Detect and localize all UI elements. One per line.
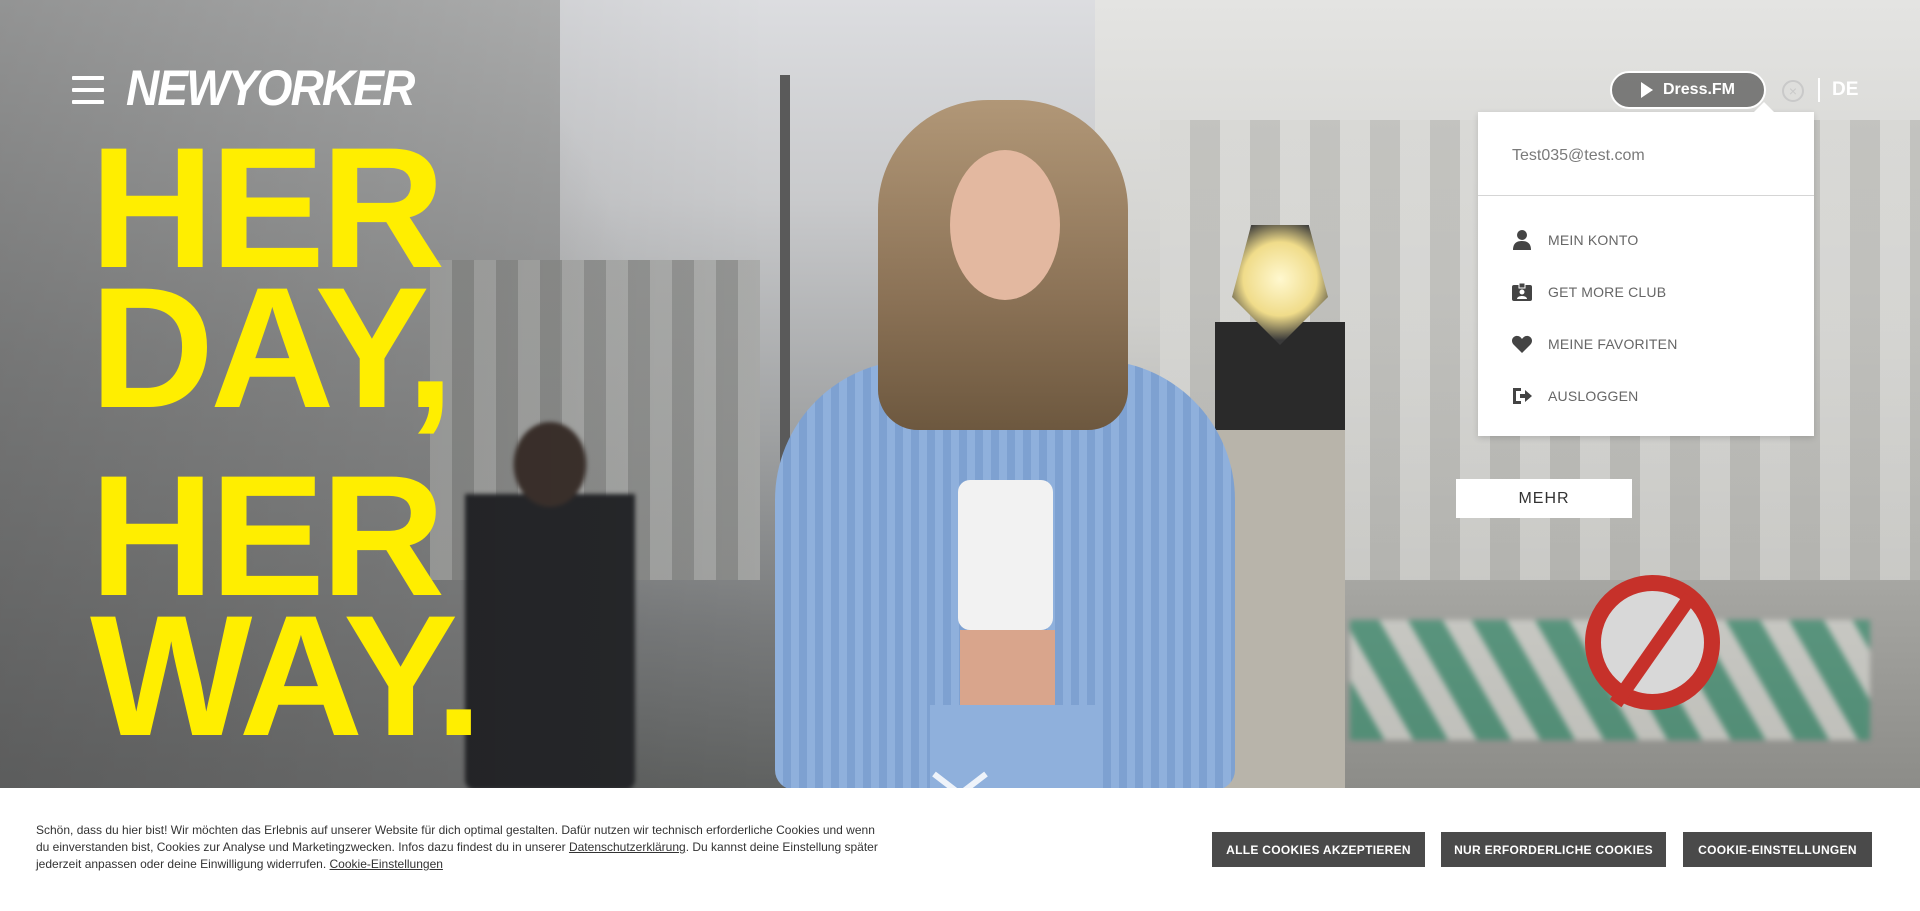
account-menu-list: MEIN KONTO GET MORE CLUB MEINE FAVORITEN… bbox=[1478, 196, 1814, 422]
menu-item-logout[interactable]: AUSLOGGEN bbox=[1478, 370, 1814, 422]
headline-line-4: WAY. bbox=[90, 580, 483, 772]
hamburger-menu-icon[interactable] bbox=[72, 76, 104, 104]
logout-icon bbox=[1512, 386, 1532, 406]
user-icon bbox=[1512, 230, 1532, 250]
menu-item-label: AUSLOGGEN bbox=[1548, 388, 1639, 404]
menu-item-get-more-club[interactable]: GET MORE CLUB bbox=[1478, 266, 1814, 318]
menu-item-label: MEIN KONTO bbox=[1548, 232, 1639, 248]
menu-item-my-account[interactable]: MEIN KONTO bbox=[1478, 214, 1814, 266]
more-button[interactable]: MEHR bbox=[1456, 479, 1632, 518]
account-dropdown: Test035@test.com MEIN KONTO GET MORE CLU… bbox=[1478, 102, 1814, 436]
menu-item-favorites[interactable]: MEINE FAVORITEN bbox=[1478, 318, 1814, 370]
close-circle-icon[interactable]: × bbox=[1782, 80, 1804, 102]
headline-line-2: DAY, bbox=[90, 252, 454, 444]
brand-logo[interactable]: NEWYORKER bbox=[126, 60, 415, 116]
play-icon bbox=[1640, 82, 1653, 98]
menu-item-label: MEINE FAVORITEN bbox=[1548, 336, 1678, 352]
member-card-icon bbox=[1512, 282, 1532, 302]
dressfm-button[interactable]: Dress.FM bbox=[1610, 71, 1766, 109]
cookie-settings-button[interactable]: COOKIE-EINSTELLUNGEN bbox=[1683, 832, 1872, 867]
cookie-banner: Schön, dass du hier bist! Wir möchten da… bbox=[0, 788, 1920, 911]
dressfm-label: Dress.FM bbox=[1662, 81, 1736, 98]
account-email: Test035@test.com bbox=[1478, 112, 1814, 196]
cookie-settings-link[interactable]: Cookie-Einstellungen bbox=[330, 857, 443, 871]
accept-all-cookies-button[interactable]: ALLE COOKIES AKZEPTIEREN bbox=[1212, 832, 1425, 867]
heart-icon bbox=[1512, 334, 1532, 354]
only-required-cookies-button[interactable]: NUR ERFORDERLICHE COOKIES bbox=[1441, 832, 1666, 867]
privacy-policy-link[interactable]: Datenschutzerklärung bbox=[569, 840, 686, 854]
cookie-text: Schön, dass du hier bist! Wir möchten da… bbox=[36, 822, 886, 873]
hero-headline: HER DAY, HER WAY. bbox=[90, 122, 483, 772]
header-divider bbox=[1818, 78, 1820, 102]
language-switch[interactable]: DE bbox=[1832, 79, 1858, 101]
menu-item-label: GET MORE CLUB bbox=[1548, 284, 1667, 300]
